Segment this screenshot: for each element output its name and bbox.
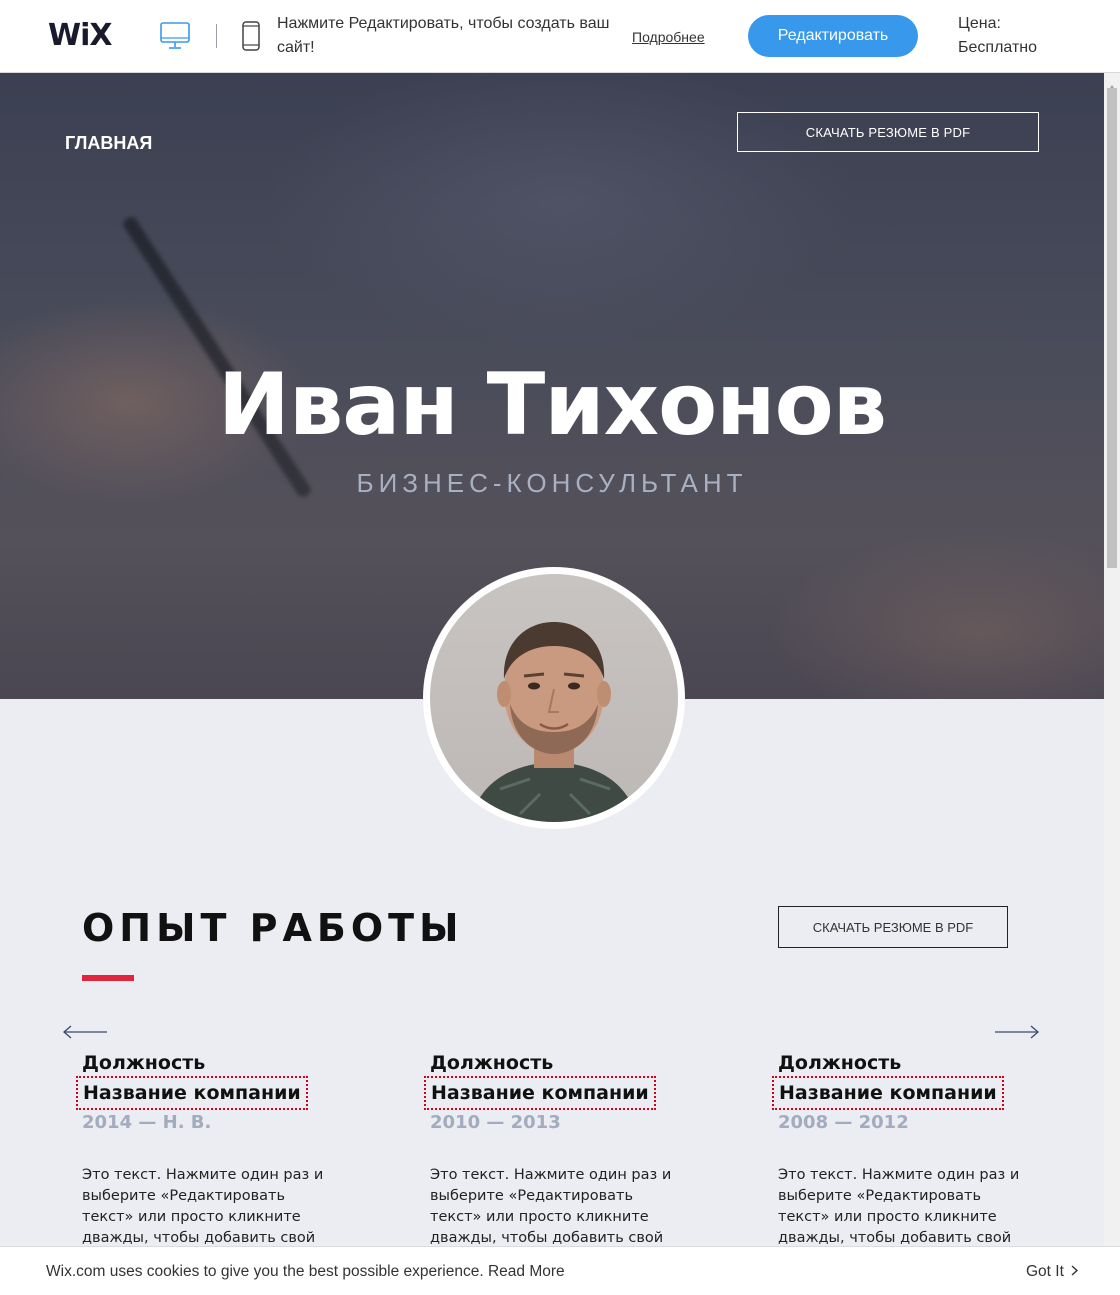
title-underline bbox=[82, 975, 134, 981]
cookie-message: Wix.com uses cookies to give you the bes… bbox=[46, 1263, 565, 1281]
job-company[interactable]: Название компании bbox=[424, 1076, 656, 1110]
mobile-icon[interactable] bbox=[242, 21, 260, 56]
job-position: Должность bbox=[82, 1052, 206, 1074]
divider bbox=[216, 24, 217, 48]
wix-logo[interactable]: WiX bbox=[48, 18, 113, 53]
scrollbar[interactable] bbox=[1104, 72, 1120, 1246]
price-label: Цена: Бесплатно bbox=[958, 15, 1038, 56]
job-card: Должность Название компании 2014 — Н. В.… bbox=[76, 1050, 382, 1270]
person-name: Иван Тихонов bbox=[217, 355, 887, 455]
job-years: 2010 — 2013 bbox=[430, 1112, 561, 1133]
arrow-right-icon[interactable] bbox=[994, 1025, 1040, 1044]
got-it-label: Got It bbox=[1026, 1263, 1064, 1280]
edit-prompt-message: Нажмите Редактировать, чтобы создать ваш… bbox=[277, 15, 610, 56]
download-resume-button[interactable]: СКАЧАТЬ РЕЗЮМЕ В PDF bbox=[737, 112, 1039, 152]
job-position: Должность bbox=[430, 1052, 554, 1074]
edit-button[interactable]: Редактировать bbox=[748, 15, 918, 57]
scrollbar-thumb[interactable] bbox=[1107, 88, 1117, 568]
job-years: 2014 — Н. В. bbox=[82, 1112, 212, 1133]
profile-photo bbox=[430, 574, 678, 822]
job-years: 2008 — 2012 bbox=[778, 1112, 909, 1133]
got-it-button[interactable]: Got It bbox=[1026, 1263, 1079, 1281]
job-card: Должность Название компании 2010 — 2013 … bbox=[424, 1050, 730, 1270]
job-company[interactable]: Название компании bbox=[76, 1076, 308, 1110]
cookie-banner: Wix.com uses cookies to give you the bes… bbox=[0, 1246, 1120, 1295]
section-title: ОПЫТ РАБОТЫ bbox=[82, 906, 464, 950]
cookie-text: Wix.com uses cookies to give you the bes… bbox=[46, 1263, 484, 1280]
desktop-icon[interactable] bbox=[160, 22, 190, 55]
arrow-left-icon[interactable] bbox=[62, 1025, 108, 1044]
job-position: Должность bbox=[778, 1052, 902, 1074]
read-more-link[interactable]: Read More bbox=[488, 1263, 565, 1280]
learn-more-link[interactable]: Подробнее bbox=[632, 29, 705, 45]
job-company[interactable]: Название компании bbox=[772, 1076, 1004, 1110]
job-card: Должность Название компании 2008 — 2012 … bbox=[772, 1050, 1078, 1270]
nav-item-home[interactable]: ГЛАВНАЯ bbox=[65, 133, 152, 154]
avatar bbox=[423, 567, 685, 829]
download-resume-button-secondary[interactable]: СКАЧАТЬ РЕЗЮМЕ В PDF bbox=[778, 906, 1008, 948]
wix-top-bar: WiX Нажмите Редактировать, чтобы создать… bbox=[0, 0, 1120, 73]
chevron-right-icon bbox=[1064, 1263, 1079, 1280]
person-title: БИЗНЕС-КОНСУЛЬТАНТ bbox=[356, 468, 748, 498]
